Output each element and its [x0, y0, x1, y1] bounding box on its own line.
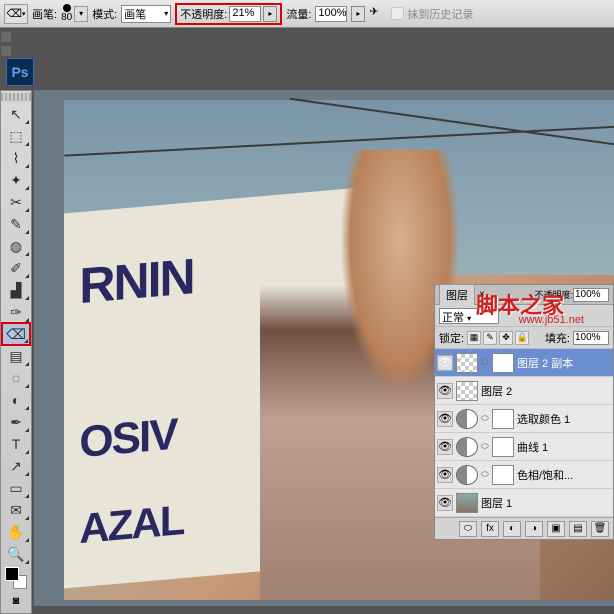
color-swatches[interactable] [1, 565, 31, 591]
lock-label: 锁定: [439, 330, 464, 346]
opacity-input[interactable]: 21% [229, 6, 261, 22]
gradient-tool[interactable]: ▤ [2, 345, 30, 367]
tab-layers[interactable]: 图层 [439, 284, 475, 305]
opacity-group-highlighted: 不透明度: 21% ▸ [175, 3, 282, 25]
magic-wand-tool[interactable]: ✦ [2, 169, 30, 191]
layer-row[interactable]: 👁 ⬭ 曲线 1 [435, 433, 613, 461]
dodge-tool[interactable]: ◐ [2, 389, 30, 411]
visibility-eye-icon[interactable]: 👁 [437, 411, 453, 427]
move-tool[interactable]: ↖ [2, 103, 30, 125]
chevron-down-icon[interactable]: ▾ [74, 6, 88, 22]
layer-link-icon[interactable]: ⬭ [481, 413, 489, 424]
layer-thumbnail[interactable] [456, 465, 478, 485]
eraser-tool[interactable]: ⌫ [2, 323, 30, 345]
hand-tool[interactable]: ✋ [2, 521, 30, 543]
layer-row[interactable]: 👁 ⬭ 色相/饱和... [435, 461, 613, 489]
layer-list: 👁 ⬭ 图层 2 副本 👁 图层 2 👁 ⬭ 选取颜色 1 👁 ⬭ 曲线 1 👁 ⬭ 色相/饱和... 👁 图… [435, 349, 613, 517]
blur-tool[interactable]: ◌ [2, 367, 30, 389]
layer-row[interactable]: 👁 ⬭ 图层 2 副本 [435, 349, 613, 377]
mode-label: 模式: [92, 6, 117, 22]
layer-name-label[interactable]: 曲线 1 [517, 439, 611, 455]
mode-select[interactable]: 画笔▾ [121, 5, 171, 23]
layer-group-icon[interactable]: ▣ [547, 521, 565, 537]
layer-thumbnail[interactable] [456, 353, 478, 373]
billboard-text: RNIN [79, 247, 193, 315]
fill-label: 填充: [545, 330, 570, 346]
fill-input[interactable]: 100% [573, 331, 609, 345]
layer-opacity-input[interactable]: 100% [573, 288, 609, 302]
layer-row[interactable]: 👁 图层 2 [435, 377, 613, 405]
options-bar: ⌫▾ 画笔: 80 ▾ 模式: 画笔▾ 不透明度: 21% ▸ 流量: 100%… [0, 0, 614, 28]
visibility-eye-icon[interactable]: 👁 [437, 467, 453, 483]
delete-layer-icon[interactable]: 🗑 [591, 521, 609, 537]
erase-history-checkbox[interactable]: 抹到历史记录 [391, 6, 473, 22]
layer-name-label[interactable]: 选取颜色 1 [517, 411, 611, 427]
zoom-tool[interactable]: 🔍 [2, 543, 30, 565]
marquee-tool[interactable]: ⬚ [2, 125, 30, 147]
quick-mask-toggle[interactable]: ◙ [2, 591, 30, 611]
layers-panel-footer: ⬭ fx ◐ ◑ ▣ ▤ 🗑 [435, 517, 613, 539]
dock-toggle-icon[interactable] [1, 46, 11, 56]
layer-row[interactable]: 👁 ⬭ 选取颜色 1 [435, 405, 613, 433]
opacity-flyout-icon[interactable]: ▸ [263, 6, 277, 22]
pen-tool[interactable]: ✒ [2, 411, 30, 433]
layer-name-label[interactable]: 图层 2 [481, 383, 611, 399]
watermark-url: www.jb51.net [519, 314, 584, 326]
layer-mask-thumbnail[interactable] [492, 465, 514, 485]
opacity-label: 不透明度: [180, 6, 227, 22]
layer-mask-icon[interactable]: ◐ [503, 521, 521, 537]
brush-tool[interactable]: ✐ [2, 257, 30, 279]
layer-thumbnail[interactable] [456, 381, 478, 401]
layer-name-label[interactable]: 图层 1 [481, 495, 611, 511]
flow-input[interactable]: 100% [315, 6, 347, 22]
airbrush-icon[interactable]: ✈ [369, 5, 387, 23]
lock-pixels-icon[interactable]: ✎ [483, 331, 497, 345]
clone-stamp-tool[interactable]: ▟ [2, 279, 30, 301]
visibility-eye-icon[interactable]: 👁 [437, 383, 453, 399]
crop-tool[interactable]: ✂ [2, 191, 30, 213]
lasso-tool[interactable]: ⌇ [2, 147, 30, 169]
notes-tool[interactable]: ✉ [2, 499, 30, 521]
layer-link-icon[interactable]: ⬭ [481, 441, 489, 452]
toolbox: ↖⬚⌇✦✂✎◍✐▟✑⌫▤◌◐✒T↗▭✉✋🔍 ◙ [0, 90, 32, 614]
history-brush-tool[interactable]: ✑ [2, 301, 30, 323]
flow-flyout-icon[interactable]: ▸ [351, 6, 365, 22]
lock-all-icon[interactable]: 🔒 [515, 331, 529, 345]
brush-label: 画笔: [32, 6, 57, 22]
photoshop-app-icon: Ps [6, 58, 34, 86]
layer-thumbnail[interactable] [456, 409, 478, 429]
billboard-text: OSIV [79, 410, 176, 469]
link-layers-icon[interactable]: ⬭ [459, 521, 477, 537]
tool-preset-picker[interactable]: ⌫▾ [4, 4, 28, 24]
foreground-color-swatch[interactable] [5, 567, 19, 581]
billboard-text: AZAL [79, 496, 183, 553]
layer-mask-thumbnail[interactable] [492, 409, 514, 429]
layer-row[interactable]: 👁 图层 1 [435, 489, 613, 517]
new-layer-icon[interactable]: ▤ [569, 521, 587, 537]
visibility-eye-icon[interactable]: 👁 [437, 355, 453, 371]
layer-link-icon[interactable]: ⬭ [481, 469, 489, 480]
healing-brush-tool[interactable]: ◍ [2, 235, 30, 257]
layer-name-label[interactable]: 色相/饱和... [517, 467, 611, 483]
layer-thumbnail[interactable] [456, 493, 478, 513]
adjustment-layer-icon[interactable]: ◑ [525, 521, 543, 537]
visibility-eye-icon[interactable]: 👁 [437, 495, 453, 511]
layer-fx-icon[interactable]: fx [481, 521, 499, 537]
shape-tool[interactable]: ▭ [2, 477, 30, 499]
brush-preset-picker[interactable]: 80 ▾ [61, 4, 88, 23]
layer-link-icon[interactable]: ⬭ [481, 357, 489, 368]
layer-mask-thumbnail[interactable] [492, 437, 514, 457]
lock-transparency-icon[interactable]: ▦ [467, 331, 481, 345]
flow-label: 流量: [286, 6, 311, 22]
layer-name-label[interactable]: 图层 2 副本 [517, 355, 611, 371]
layer-mask-thumbnail[interactable] [492, 353, 514, 373]
path-selection-tool[interactable]: ↗ [2, 455, 30, 477]
type-tool[interactable]: T [2, 433, 30, 455]
eyedropper-tool[interactable]: ✎ [2, 213, 30, 235]
layer-thumbnail[interactable] [456, 437, 478, 457]
dock-toggle-icon[interactable] [1, 32, 11, 42]
toolbox-grip[interactable] [1, 93, 31, 101]
visibility-eye-icon[interactable]: 👁 [437, 439, 453, 455]
lock-position-icon[interactable]: ✥ [499, 331, 513, 345]
